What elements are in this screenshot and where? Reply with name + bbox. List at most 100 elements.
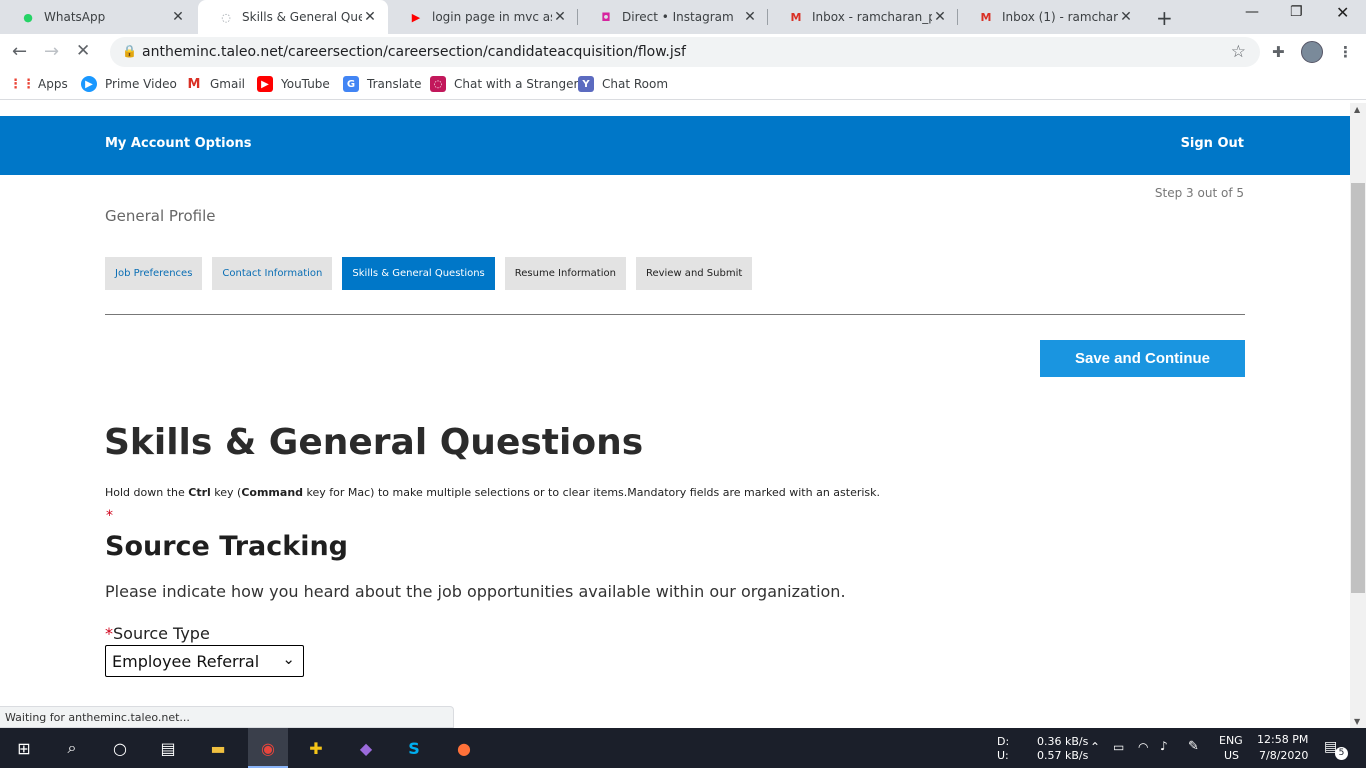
step-indicator: Step 3 out of 5 <box>1154 186 1244 200</box>
windows-start-icon[interactable]: ⊞ <box>12 736 36 760</box>
back-icon[interactable]: ← <box>12 41 27 62</box>
browser-toolbar: ← → ✕ 🔒 antheminc.taleo.net/careersectio… <box>0 34 1366 70</box>
scroll-down-arrow-icon[interactable]: ▼ <box>1354 717 1360 726</box>
close-tab-icon[interactable]: ✕ <box>1118 9 1134 25</box>
page-scrollbar[interactable]: ▲ ▼ <box>1350 103 1366 728</box>
chat-room-icon: Y <box>578 76 594 92</box>
tab-instagram[interactable]: ◘ Direct • Instagram ✕ <box>578 0 768 34</box>
gmail-icon: M <box>187 76 201 92</box>
tab-inbox-gmail[interactable]: M Inbox - ramcharan_poli ✕ <box>768 0 958 34</box>
skype-icon[interactable]: S <box>402 736 426 760</box>
step-review-and-submit[interactable]: Review and Submit <box>635 257 753 290</box>
instructions-part: key for Mac) to make multiple selections… <box>303 486 881 499</box>
source-tracking-prompt: Please indicate how you heard about the … <box>105 582 846 601</box>
scrollbar-thumb[interactable] <box>1351 183 1365 593</box>
tab-title: login page in mvc asp.n <box>432 10 552 24</box>
region-indicator[interactable]: US <box>1224 749 1239 762</box>
search-icon[interactable]: ⌕ <box>60 736 84 760</box>
tab-login-page-mvc[interactable]: ▶ login page in mvc asp.n ✕ <box>388 0 578 34</box>
step-skills-general-questions[interactable]: Skills & General Questions <box>342 257 495 290</box>
step-job-preferences[interactable]: Job Preferences <box>105 257 203 290</box>
bookmark-chat-with-stranger[interactable]: ◌ Chat with a Stranger <box>430 76 578 92</box>
stop-loading-icon[interactable]: ✕ <box>76 41 90 61</box>
bookmark-label: Apps <box>38 77 68 91</box>
chrome-icon[interactable]: ◉ <box>256 736 280 760</box>
menu-kebab-icon[interactable]: ⋮ <box>1338 43 1353 61</box>
close-window-icon[interactable]: ✕ <box>1336 3 1349 22</box>
bookmark-apps[interactable]: ⋮⋮ Apps <box>9 76 68 92</box>
tab-title: Direct • Instagram <box>622 10 734 24</box>
close-tab-icon[interactable]: ✕ <box>552 9 568 25</box>
close-tab-icon[interactable]: ✕ <box>932 9 948 25</box>
source-type-select[interactable]: Employee Referral ⌄ <box>105 645 304 677</box>
gmail-icon: M <box>790 10 802 24</box>
forward-icon[interactable]: → <box>44 41 59 62</box>
wifi-icon[interactable]: ◠ <box>1138 740 1148 754</box>
pen-icon[interactable]: ✎ <box>1188 739 1199 754</box>
bookmark-youtube[interactable]: ▶ YouTube <box>257 76 330 92</box>
close-tab-icon[interactable]: ✕ <box>742 9 758 25</box>
scroll-up-arrow-icon[interactable]: ▲ <box>1354 105 1360 114</box>
site-header-bar: My Account Options Sign Out <box>0 116 1350 175</box>
bookmark-gmail[interactable]: M Gmail <box>186 76 245 92</box>
volume-icon[interactable]: ♪ <box>1160 739 1168 753</box>
tab-whatsapp[interactable]: ● WhatsApp ✕ <box>0 0 196 34</box>
profile-avatar[interactable] <box>1301 41 1323 63</box>
restore-icon[interactable]: ❐ <box>1290 4 1303 20</box>
task-view-icon[interactable]: ▤ <box>156 736 180 760</box>
address-bar[interactable]: 🔒 antheminc.taleo.net/careersection/care… <box>110 37 1260 67</box>
instructions-text: Hold down the Ctrl key (Command key for … <box>105 486 880 499</box>
source-type-value: Employee Referral <box>112 651 260 671</box>
youtube-icon: ▶ <box>257 76 273 92</box>
loading-spinner-icon: ◌ <box>221 10 231 24</box>
chevron-down-icon: ⌄ <box>282 650 295 668</box>
net-up-speed: 0.57 kB/s <box>1037 749 1089 762</box>
battery-icon[interactable]: ▭ <box>1113 740 1124 754</box>
step-contact-information[interactable]: Contact Information <box>212 257 333 290</box>
bookmark-label: Gmail <box>210 77 246 91</box>
file-explorer-icon[interactable]: ▬ <box>206 736 230 760</box>
net-up-label: U: <box>997 749 1009 762</box>
show-hidden-icons-icon[interactable]: ⌃ <box>1090 740 1100 754</box>
clock-date[interactable]: 7/8/2020 <box>1259 749 1308 762</box>
bookmark-translate[interactable]: G Translate <box>343 76 422 92</box>
windows-taskbar: ⊞ ⌕ ○ ▤ ▬ ◉ ✚ ◆ S ● D: U: 0.36 kB/s 0.57… <box>0 728 1366 768</box>
new-tab-icon[interactable]: + <box>1156 6 1173 30</box>
my-account-options-link[interactable]: My Account Options <box>105 136 252 151</box>
source-type-label-text: Source Type <box>113 624 210 643</box>
bookmark-label: Prime Video <box>105 77 177 91</box>
save-and-continue-button[interactable]: Save and Continue <box>1040 340 1245 377</box>
net-down-speed: 0.36 kB/s <box>1037 735 1089 748</box>
sign-out-link[interactable]: Sign Out <box>1181 136 1244 151</box>
youtube-icon: ▶ <box>411 10 421 24</box>
step-resume-information[interactable]: Resume Information <box>504 257 626 290</box>
tab-inbox-gmail-2[interactable]: M Inbox (1) - ramcharanp ✕ <box>958 0 1144 34</box>
close-tab-icon[interactable]: ✕ <box>362 9 378 25</box>
language-indicator[interactable]: ENG <box>1219 734 1243 747</box>
firefox-icon[interactable]: ● <box>452 736 476 760</box>
close-tab-icon[interactable]: ✕ <box>170 9 186 25</box>
divider <box>105 314 1245 315</box>
app-icon[interactable]: ✚ <box>304 736 328 760</box>
bookmark-prime-video[interactable]: ▶ Prime Video <box>81 76 177 92</box>
extensions-icon[interactable]: ✚ <box>1272 43 1285 61</box>
cortana-icon[interactable]: ○ <box>108 736 132 760</box>
prime-video-icon: ▶ <box>81 76 97 92</box>
mandatory-asterisk: * <box>105 624 113 643</box>
url-text[interactable]: antheminc.taleo.net/careersection/career… <box>142 44 686 60</box>
source-tracking-heading: Source Tracking <box>105 531 348 562</box>
bookmark-star-icon[interactable]: ☆ <box>1231 42 1246 62</box>
clock-time[interactable]: 12:58 PM <box>1257 733 1308 746</box>
lock-icon[interactable]: 🔒 <box>122 44 137 58</box>
tab-skills-general-questions[interactable]: ◌ Skills & General Questio ✕ <box>198 0 388 34</box>
visual-studio-icon[interactable]: ◆ <box>354 736 378 760</box>
step-navigation: Job Preferences Contact Information Skil… <box>105 257 762 290</box>
bookmark-chat-room[interactable]: Y Chat Room <box>578 76 668 92</box>
bookmarks-bar: ⋮⋮ Apps ▶ Prime Video M Gmail ▶ YouTube … <box>0 70 1366 100</box>
minimize-icon[interactable]: — <box>1245 4 1259 20</box>
browser-status-bar: Waiting for antheminc.taleo.net... <box>0 706 454 728</box>
instructions-key: Command <box>241 486 304 499</box>
page-title: Skills & General Questions <box>104 422 644 463</box>
chat-icon: ◌ <box>430 76 446 92</box>
tab-title: Inbox (1) - ramcharanp <box>1002 10 1118 24</box>
